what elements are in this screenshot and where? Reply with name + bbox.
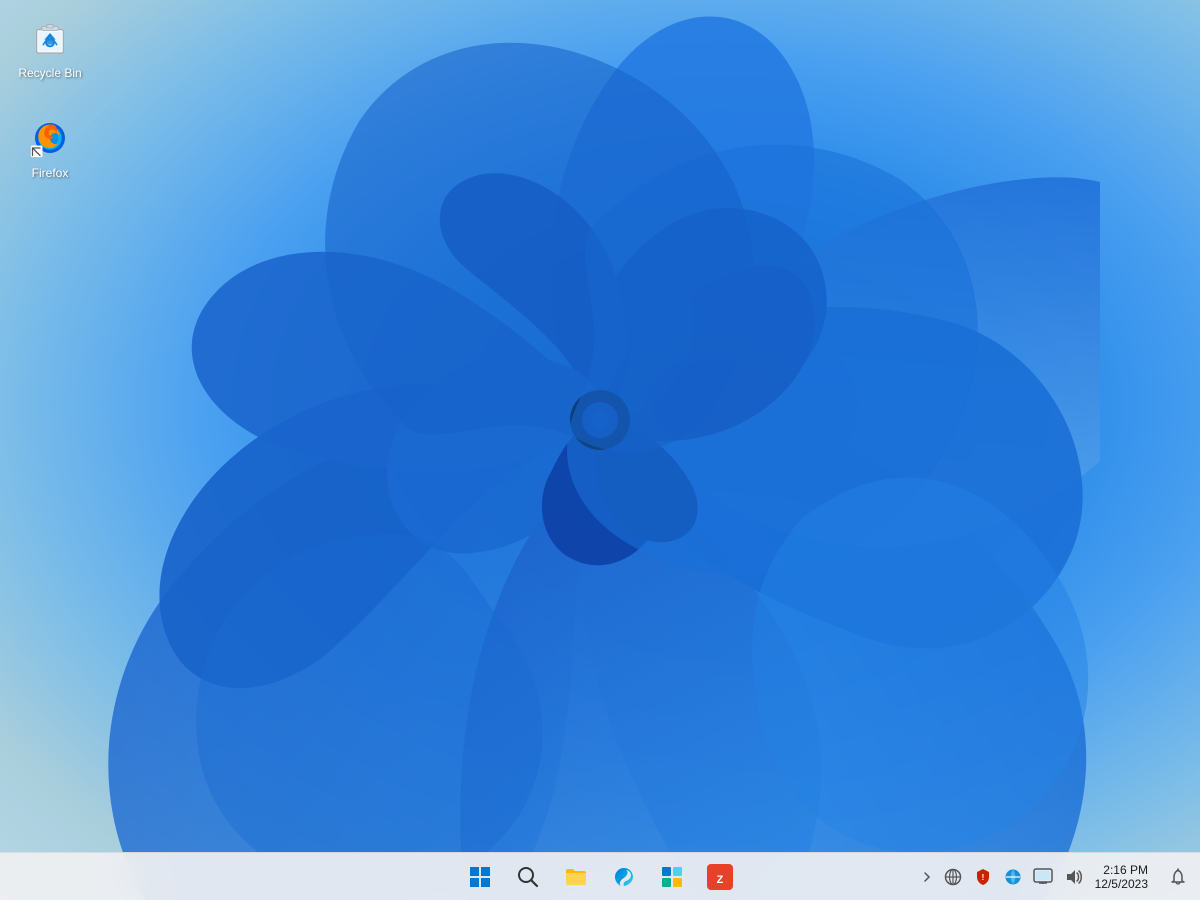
taskbar-center: Z [458,855,742,899]
clock-time: 2:16 PM [1103,863,1148,877]
display-icon[interactable] [1029,863,1057,891]
desktop: Recycle Bin Firefox [0,0,1200,900]
volume-icon[interactable] [1059,863,1087,891]
svg-text:Z: Z [717,874,724,886]
clock-area[interactable]: 2:16 PM 12/5/2023 [1089,861,1154,893]
taskbar-right: ! [917,859,1192,895]
firefox-icon[interactable]: Firefox [10,110,90,184]
recycle-bin-image [26,14,74,62]
search-button[interactable] [506,855,550,899]
show-hidden-icons-button[interactable] [917,859,937,895]
clock-date: 12/5/2023 [1095,877,1148,891]
firefox-image [26,114,74,162]
browser-tray-icon[interactable] [999,863,1027,891]
zoho-button[interactable]: Z [698,855,742,899]
recycle-bin-label: Recycle Bin [18,66,81,80]
wallpaper-flower [100,0,1100,900]
security-icon[interactable]: ! [969,863,997,891]
file-explorer-button[interactable] [554,855,598,899]
edge-button[interactable] [602,855,646,899]
notification-bell[interactable] [1164,863,1192,891]
recycle-bin-icon[interactable]: Recycle Bin [10,10,90,84]
firefox-label: Firefox [32,166,69,180]
network-icon[interactable] [939,863,967,891]
store-button[interactable] [650,855,694,899]
svg-text:!: ! [981,873,984,882]
taskbar: Z [0,852,1200,900]
start-button[interactable] [458,855,502,899]
